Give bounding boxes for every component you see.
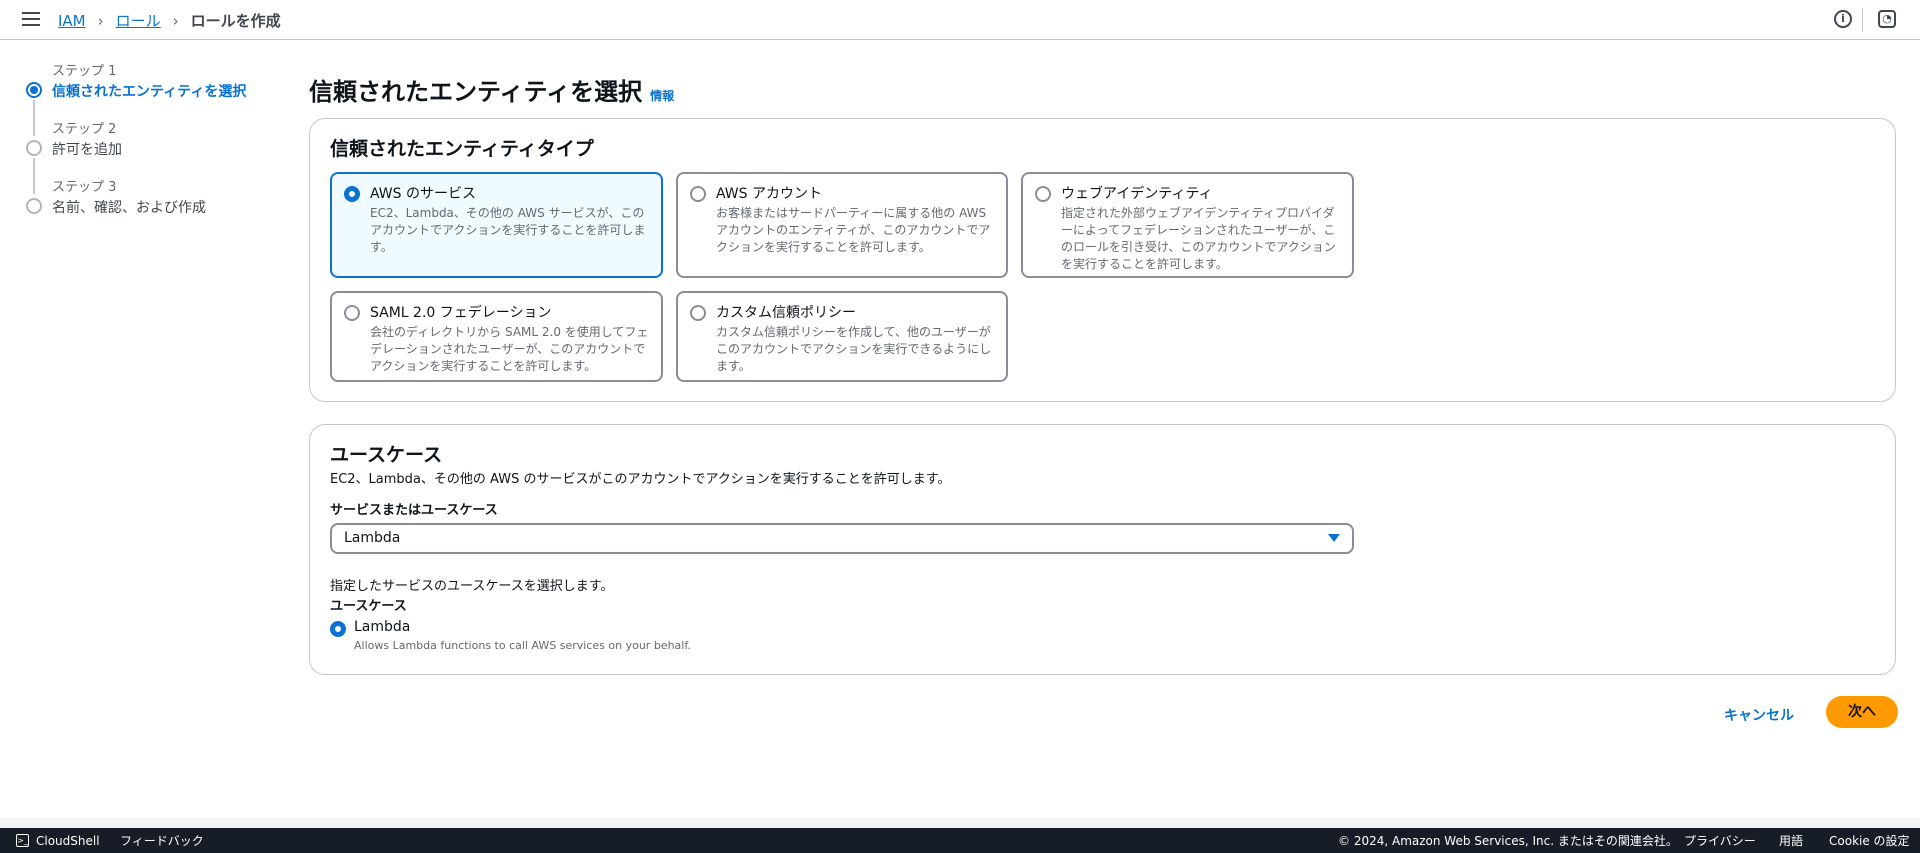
next-button[interactable]: 次へ bbox=[1826, 696, 1898, 728]
radio[interactable] bbox=[690, 305, 706, 321]
panel-heading: ユースケース bbox=[330, 444, 443, 466]
breadcrumb-current: ロールを作成 bbox=[190, 12, 281, 30]
step-label: ステップ 2 bbox=[52, 122, 117, 137]
use-case-option-desc: Allows Lambda functions to call AWS serv… bbox=[354, 639, 691, 652]
info-link[interactable]: 情報 bbox=[650, 89, 674, 103]
option-title: AWS のサービス bbox=[370, 186, 476, 202]
caret-down-icon bbox=[1328, 534, 1340, 542]
step-label: ステップ 3 bbox=[52, 180, 117, 195]
option-title: ウェブアイデンティティ bbox=[1061, 186, 1213, 202]
radio[interactable] bbox=[690, 186, 706, 202]
divider bbox=[1862, 8, 1863, 32]
breadcrumb: IAM › ロール › ロールを作成 bbox=[58, 10, 281, 31]
footer: >_ CloudShell フィードバック © 2024, Amazon Web… bbox=[0, 828, 1920, 853]
step-label: ステップ 1 bbox=[52, 64, 117, 79]
menu-icon[interactable] bbox=[22, 12, 40, 26]
option-desc: 会社のディレクトリから SAML 2.0 を使用してフェデレーションされたユーザ… bbox=[370, 325, 649, 373]
use-case-desc: EC2、Lambda、その他の AWS のサービスがこのアカウントでアクションを… bbox=[330, 472, 951, 487]
use-case-label: ユースケース bbox=[330, 599, 407, 614]
entity-option-saml[interactable]: SAML 2.0 フェデレーション 会社のディレクトリから SAML 2.0 を… bbox=[330, 291, 663, 382]
use-case-option-title: Lambda bbox=[354, 619, 411, 635]
info-icon[interactable]: i bbox=[1834, 10, 1852, 28]
step-active-icon bbox=[26, 82, 42, 98]
use-case-radio-lambda[interactable] bbox=[330, 621, 346, 637]
radio[interactable] bbox=[1035, 186, 1051, 202]
option-title: SAML 2.0 フェデレーション bbox=[370, 305, 552, 321]
step-name: 許可を追加 bbox=[52, 142, 122, 158]
copyright: © 2024, Amazon Web Services, Inc. またはその関… bbox=[1338, 834, 1678, 848]
option-desc: お客様またはサードパーティーに属する他の AWS アカウントのエンティティが、こ… bbox=[716, 206, 991, 254]
feedback-link[interactable]: フィードバック bbox=[120, 832, 204, 849]
step-name: 名前、確認、および作成 bbox=[52, 200, 206, 216]
footer-spacer bbox=[0, 818, 1920, 828]
cancel-button[interactable]: キャンセル bbox=[1712, 701, 1806, 729]
step-pending-icon bbox=[26, 140, 42, 156]
service-select-label: サービスまたはユースケース bbox=[330, 503, 498, 518]
option-desc: 指定された外部ウェブアイデンティティプロバイダーによってフェデレーションされたユ… bbox=[1061, 206, 1336, 271]
step-3: ステップ 3 名前、確認、および作成 bbox=[24, 176, 246, 234]
panel-heading: 信頼されたエンティティタイプ bbox=[330, 138, 594, 160]
chevron-right-icon: › bbox=[97, 11, 104, 30]
entity-option-aws-account[interactable]: AWS アカウント お客様またはサードパーティーに属する他の AWS アカウント… bbox=[676, 172, 1008, 278]
step-2: ステップ 2 許可を追加 bbox=[24, 118, 246, 194]
terms-link[interactable]: 用語 bbox=[1779, 832, 1803, 849]
breadcrumb-roles[interactable]: ロール bbox=[116, 10, 161, 31]
step-pending-icon bbox=[26, 198, 42, 214]
service-select-value: Lambda bbox=[344, 530, 401, 546]
privacy-link[interactable]: プライバシー bbox=[1684, 832, 1756, 849]
option-desc: EC2、Lambda、その他の AWS サービスが、このアカウントでアクションを… bbox=[370, 206, 646, 254]
breadcrumb-iam[interactable]: IAM bbox=[58, 12, 86, 30]
cloudshell-link[interactable]: CloudShell bbox=[36, 834, 100, 848]
use-case-panel: ユースケース EC2、Lambda、その他の AWS のサービスがこのアカウント… bbox=[309, 424, 1896, 675]
chevron-right-icon: › bbox=[172, 11, 179, 30]
radio[interactable] bbox=[344, 305, 360, 321]
radio-selected[interactable] bbox=[344, 186, 360, 202]
choose-desc: 指定したサービスのユースケースを選択します。 bbox=[330, 579, 614, 594]
step-1[interactable]: ステップ 1 信頼されたエンティティを選択 bbox=[24, 60, 247, 136]
step-name: 信頼されたエンティティを選択 bbox=[52, 84, 247, 100]
entity-option-custom-policy[interactable]: カスタム信頼ポリシー カスタム信頼ポリシーを作成して、他のユーザーがこのアカウン… bbox=[676, 291, 1008, 382]
notification-icon[interactable]: ◔ bbox=[1878, 10, 1896, 28]
wizard-steps: ステップ 1 信頼されたエンティティを選択 ステップ 2 許可を追加 ステップ … bbox=[24, 60, 246, 234]
entity-option-web-identity[interactable]: ウェブアイデンティティ 指定された外部ウェブアイデンティティプロバイダーによって… bbox=[1021, 172, 1354, 278]
page-title-text: 信頼されたエンティティを選択 bbox=[309, 78, 643, 106]
entity-option-aws-service[interactable]: AWS のサービス EC2、Lambda、その他の AWS サービスが、このアカ… bbox=[330, 172, 663, 278]
service-select[interactable]: Lambda bbox=[330, 523, 1354, 554]
page-title: 信頼されたエンティティを選択 情報 bbox=[309, 72, 674, 107]
cloudshell-icon[interactable]: >_ bbox=[16, 834, 29, 847]
option-desc: カスタム信頼ポリシーを作成して、他のユーザーがこのアカウントでアクションを実行で… bbox=[716, 325, 992, 373]
option-title: AWS アカウント bbox=[716, 186, 822, 202]
cookie-settings-link[interactable]: Cookie の設定 bbox=[1829, 832, 1910, 849]
option-title: カスタム信頼ポリシー bbox=[716, 305, 856, 321]
trusted-entity-panel: 信頼されたエンティティタイプ AWS のサービス EC2、Lambda、その他の… bbox=[309, 118, 1896, 402]
top-nav: IAM › ロール › ロールを作成 i ◔ bbox=[0, 0, 1920, 40]
